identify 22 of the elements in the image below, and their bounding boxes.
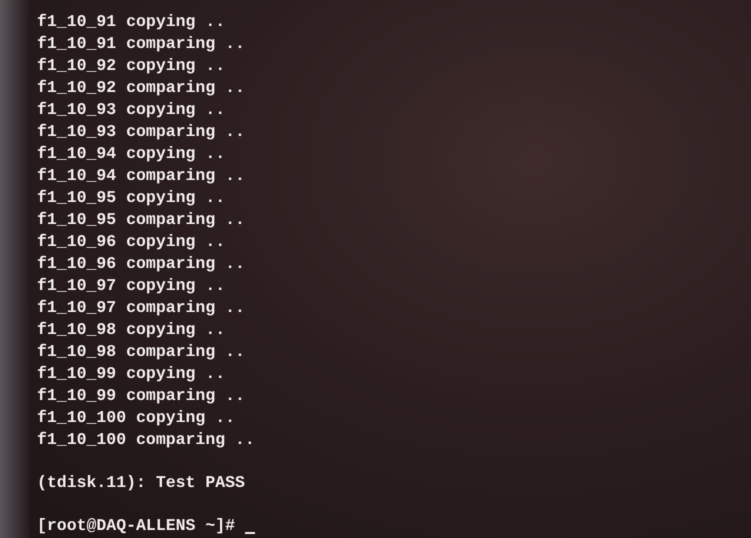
terminal-line: f1_10_94 copying .. (37, 143, 226, 165)
terminal-line: f1_10_99 copying .. (37, 363, 226, 385)
terminal-line: f1_10_98 copying .. (37, 319, 226, 341)
terminal-line: f1_10_96 copying .. (37, 231, 226, 253)
terminal-line: f1_10_99 comparing .. (37, 385, 245, 407)
shell-prompt: [root@DAQ-ALLENS ~]# (37, 515, 236, 537)
terminal-line: f1_10_97 comparing .. (37, 297, 245, 319)
terminal-line: f1_10_95 copying .. (37, 187, 226, 209)
terminal-line: f1_10_96 comparing .. (37, 253, 245, 275)
terminal-line: f1_10_98 comparing .. (37, 341, 245, 363)
terminal-line: f1_10_100 copying .. (37, 407, 236, 429)
terminal-line: f1_10_91 comparing .. (37, 33, 245, 55)
terminal-line: f1_10_97 copying .. (37, 275, 226, 297)
terminal-line: f1_10_100 comparing .. (37, 429, 255, 451)
terminal-line: f1_10_92 comparing .. (37, 77, 245, 99)
terminal-line: f1_10_91 copying .. (37, 11, 226, 33)
terminal-line: f1_10_93 copying .. (37, 99, 226, 121)
test-result: (tdisk.11): Test PASS (37, 472, 245, 494)
terminal-line: f1_10_94 comparing .. (37, 165, 245, 187)
terminal-line: f1_10_95 comparing .. (37, 209, 245, 231)
terminal-line: f1_10_93 comparing .. (37, 121, 245, 143)
terminal-line: f1_10_92 copying .. (37, 55, 226, 77)
